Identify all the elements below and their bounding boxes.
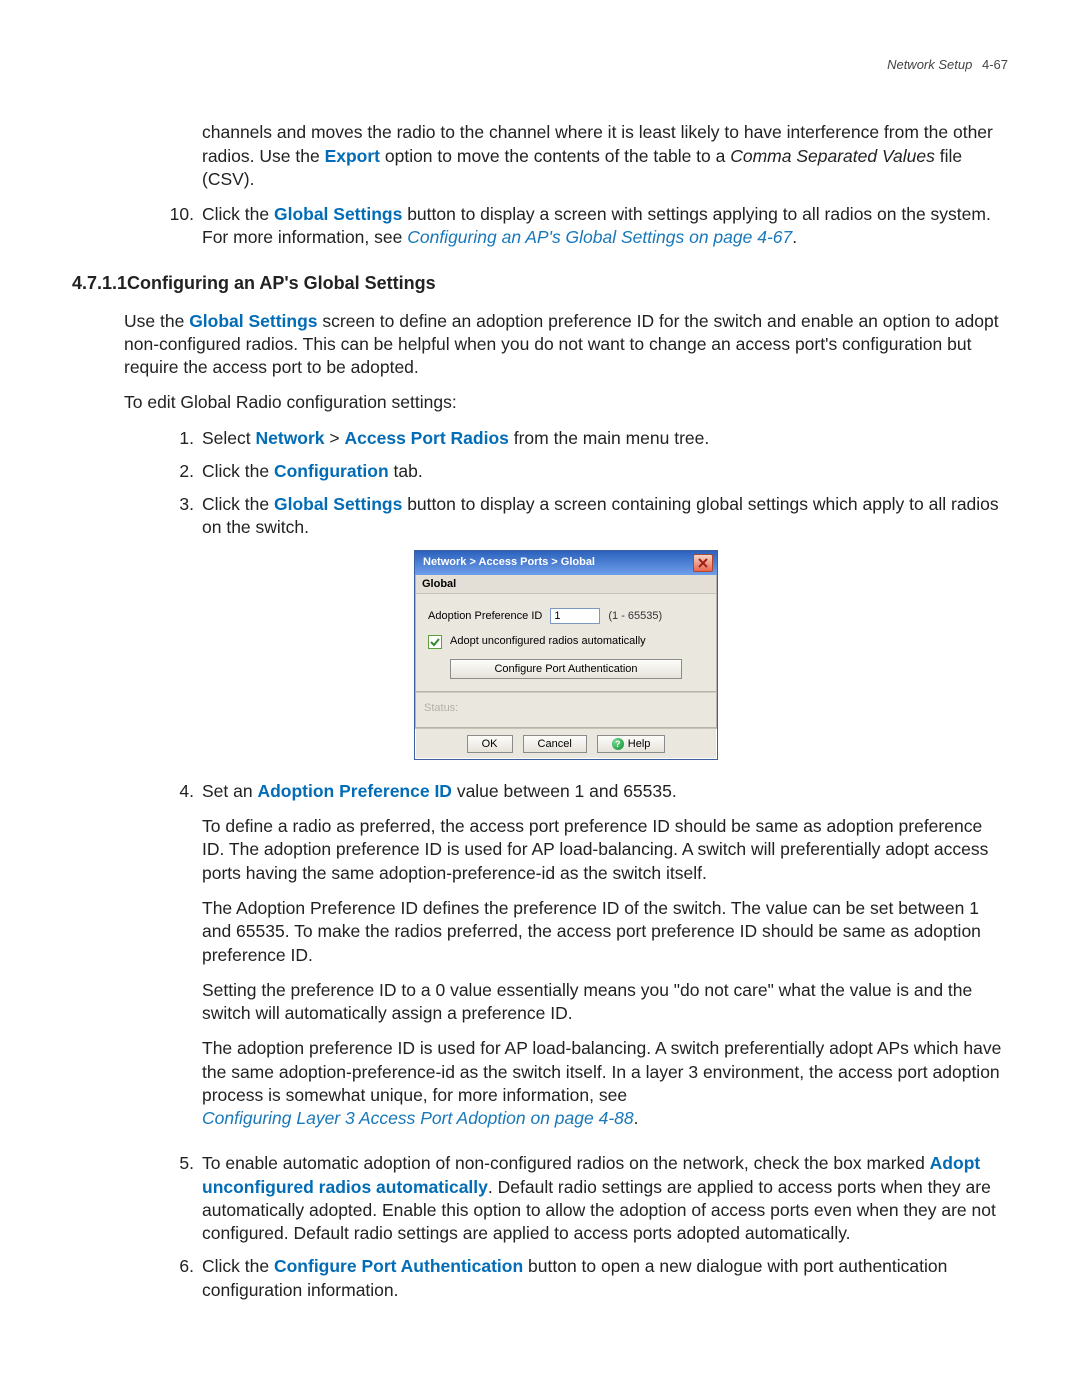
status-label: Status: [424,702,458,714]
adopt-checkbox[interactable] [428,635,442,649]
configure-port-auth-button[interactable]: Configure Port Authentication [450,659,682,679]
step-5: 5. To enable automatic adoption of non-c… [124,1152,1008,1245]
cross-ref-link-l3[interactable]: Configuring Layer 3 Access Port Adoption… [202,1108,634,1128]
csv-term: Comma Separated Values [730,146,935,166]
close-button[interactable] [693,554,713,572]
section-title: Configuring an AP's Global Settings [127,273,436,293]
intro-paragraph: channels and moves the radio to the chan… [202,121,1008,191]
step-3: 3. Click the Global Settings button to d… [124,493,1008,540]
close-icon [698,558,708,568]
step-4: 4. Set an Adoption Preference ID value b… [124,780,1008,1142]
step-2: 2. Click the Configuration tab. [124,460,1008,483]
page-number: 4-67 [982,57,1008,72]
global-settings-dialog: Network > Access Ports > Global Global A… [414,550,718,760]
cancel-button[interactable]: Cancel [523,735,587,753]
status-area: Status: [415,692,717,728]
export-term: Export [325,146,380,166]
running-header: Network Setup 4-67 [72,56,1008,73]
running-header-text: Network Setup [887,57,972,72]
dialog-section-title: Global [416,575,716,595]
check-icon [430,637,440,647]
adoption-range: (1 - 65535) [608,609,662,624]
section-heading: 4.7.1.1 Configuring an AP's Global Setti… [124,272,1008,296]
edit-intro: To edit Global Radio configuration setti… [124,391,1008,414]
global-settings-term: Global Settings [274,204,402,224]
step-6: 6. Click the Configure Port Authenticati… [124,1255,1008,1302]
adopt-checkbox-label: Adopt unconfigured radios automatically [450,634,646,649]
section-intro: Use the Global Settings screen to define… [124,310,1008,380]
dialog-titlebar: Network > Access Ports > Global [415,551,717,575]
step-10: 10. Click the Global Settings button to … [124,203,1008,250]
adoption-label: Adoption Preference ID [428,609,542,624]
help-icon: ? [612,738,624,750]
adoption-input[interactable] [550,608,600,624]
dialog-title: Network > Access Ports > Global [423,555,595,570]
ok-button[interactable]: OK [467,735,513,753]
step-1: 1. Select Network > Access Port Radios f… [124,427,1008,450]
section-number: 4.7.1.1 [72,272,127,296]
help-button[interactable]: ? Help [597,735,666,753]
step-10-number: 10. [124,203,194,250]
cross-ref-link[interactable]: Configuring an AP's Global Settings on p… [407,227,792,247]
